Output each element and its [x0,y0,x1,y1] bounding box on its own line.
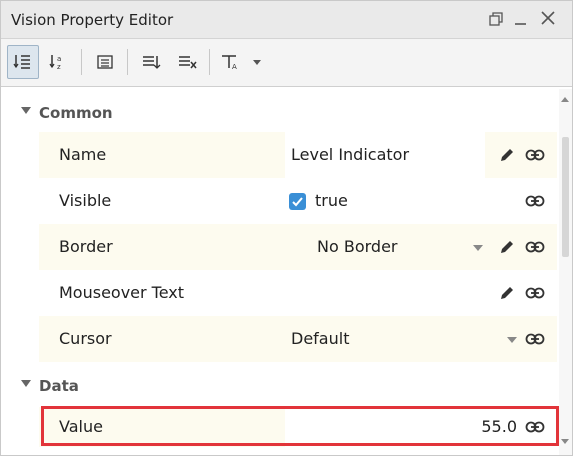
name-value: Level Indicator [291,145,410,164]
binding-link-icon[interactable] [525,417,545,437]
filter-icon: A [222,55,237,71]
border-value[interactable]: No Border [317,224,397,270]
property-editor-window: Vision Property Editor az A Common Name … [0,0,573,456]
expand-all-icon [143,56,161,69]
collapse-triangle-icon[interactable] [21,107,31,114]
property-row-visible[interactable]: Visible true [39,178,557,224]
binding-link-icon[interactable] [525,191,545,211]
binding-link-icon[interactable] [525,145,545,165]
binding-link-icon[interactable] [525,283,545,303]
collapse-all-icon [179,56,197,69]
property-row-value[interactable]: Value 55.0 [39,407,557,447]
svg-text:A: A [232,63,237,71]
scroll-down-icon[interactable] [561,439,569,444]
edit-pencil-icon[interactable] [497,237,517,257]
property-label: Visible [59,191,112,210]
property-row-cursor[interactable]: Cursor Default [39,316,557,362]
binding-link-icon[interactable] [525,237,545,257]
property-label: Value [39,407,285,447]
category-label: Common [39,104,113,122]
sort-alphabetical-button[interactable]: az [42,45,74,79]
scrollbar-thumb[interactable] [562,137,569,257]
close-icon[interactable] [539,8,557,28]
collapse-triangle-icon[interactable] [21,380,31,387]
name-field[interactable]: Level Indicator [285,132,485,178]
property-pages-button[interactable] [89,45,121,79]
edit-pencil-icon[interactable] [497,283,517,303]
scrollbar[interactable] [559,89,572,455]
property-label: Name [39,132,285,178]
property-row-border[interactable]: Border No Border [39,224,557,270]
property-row-name[interactable]: Name Level Indicator [39,132,557,178]
toolbar: az A [1,39,572,87]
collapse-all-button[interactable] [171,45,203,79]
svg-text:a: a [57,55,61,63]
cursor-value[interactable]: Default [291,316,349,362]
property-pages-icon [97,55,113,69]
binding-link-icon[interactable] [525,329,545,349]
sort-categorized-button[interactable] [7,45,39,79]
filter-dropdown-button[interactable] [247,45,267,79]
category-data[interactable]: Data [3,370,557,400]
scroll-up-icon[interactable] [561,97,569,102]
visible-value: true [315,191,348,210]
window-title: Vision Property Editor [11,11,174,29]
sort-categorized-icon [13,55,30,69]
property-label: Cursor [39,316,285,362]
sort-alphabetical-icon: az [49,55,61,71]
property-label: Border [39,224,285,270]
category-label: Data [39,377,79,395]
property-row-mouseover-text[interactable]: Mouseover Text [39,270,557,316]
filter-button[interactable]: A [215,45,247,79]
visible-checkbox[interactable] [289,193,306,210]
chevron-down-icon [253,60,261,65]
value-value[interactable]: 55.0 [481,407,517,447]
title-bar: Vision Property Editor [1,1,572,39]
chevron-down-icon[interactable] [473,245,483,251]
mouseover-text-field[interactable] [285,270,485,316]
property-label: Mouseover Text [59,283,185,302]
property-grid: Common Name Level Indicator Visible true… [3,91,557,453]
minimize-icon[interactable] [513,8,529,28]
restore-icon[interactable] [488,8,504,28]
svg-text:z: z [57,63,61,71]
edit-pencil-icon[interactable] [497,145,517,165]
category-common[interactable]: Common [3,97,557,127]
expand-all-button[interactable] [135,45,167,79]
chevron-down-icon[interactable] [507,337,517,343]
